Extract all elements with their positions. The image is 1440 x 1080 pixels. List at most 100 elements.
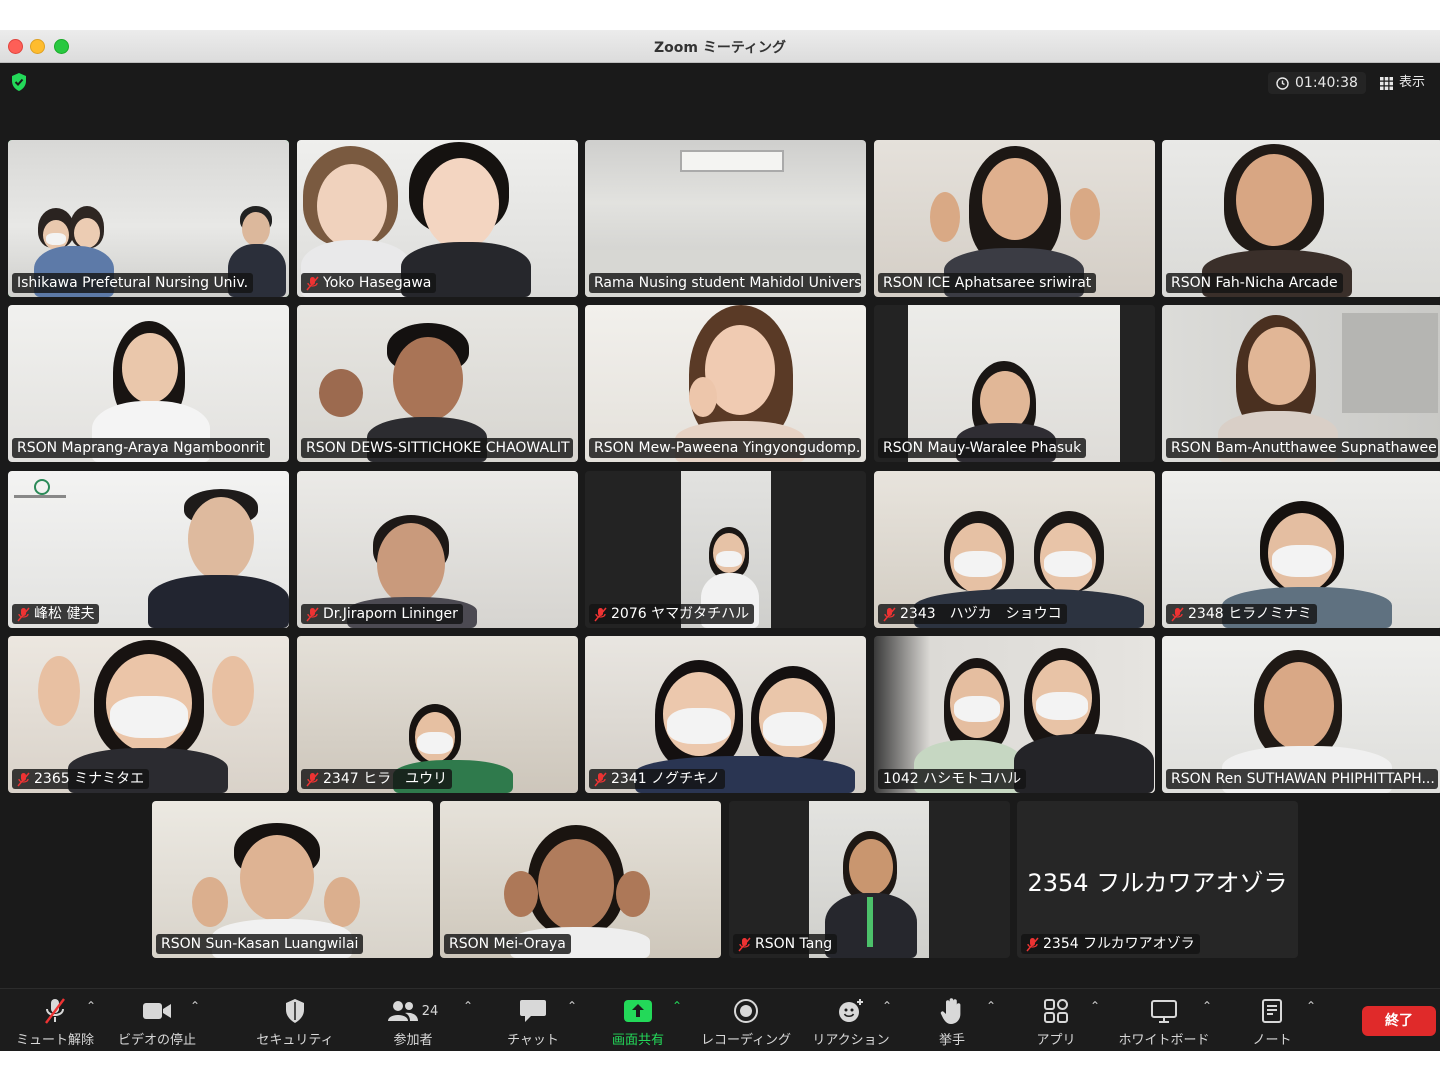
audio-options-chevron-icon[interactable]: ⌃ — [86, 999, 96, 1013]
participant-name: 1042 ハシモトコハル — [883, 771, 1022, 787]
notes-options-chevron-icon[interactable]: ⌃ — [1306, 999, 1316, 1013]
video-off-display-name: 2354 フルカワアオゾラ — [1027, 869, 1288, 897]
video-tile[interactable]: 峰松 健夫 — [8, 471, 289, 628]
share-screen-label: 画面共有 — [611, 1033, 664, 1048]
smiley-plus-icon — [839, 999, 863, 1022]
participant-nameplate: 峰松 健夫 — [12, 604, 100, 624]
share-options-chevron-icon[interactable]: ⌃ — [672, 999, 682, 1013]
video-tile[interactable]: 2365 ミナミタエ — [8, 636, 289, 793]
participant-nameplate: 2348 ヒラノミナミ — [1166, 604, 1317, 624]
video-tile[interactable]: Yoko Hasegawa — [297, 140, 578, 297]
share-screen-icon — [624, 1000, 652, 1022]
participant-name: 2347 ヒラ ユウリ — [323, 771, 448, 787]
participant-name: RSON Fah-Nicha Arcade — [1171, 275, 1338, 291]
meeting-toolbar: ミュート解除 ⌃ ビデオの停止 ⌃ セキュリティ 24 参加者 ⌃ チャット ⌃ — [0, 988, 1440, 1051]
participant-nameplate: RSON Mauy-Waralee Phasuk — [878, 438, 1087, 458]
recording-label: レコーディング — [700, 1033, 792, 1048]
encryption-shield-icon[interactable] — [10, 72, 28, 92]
raise-hand-label: 挙手 — [938, 1033, 965, 1048]
participants-button[interactable]: 24 参加者 — [358, 997, 468, 1051]
view-button[interactable]: 表示 — [1380, 72, 1425, 94]
stop-video-label: ビデオの停止 — [117, 1033, 196, 1048]
participant-nameplate: 2365 ミナミタエ — [12, 769, 150, 789]
grid-view-icon — [1380, 76, 1393, 90]
video-tile[interactable]: 2347 ヒラ ユウリ — [297, 636, 578, 793]
participant-nameplate: 2354 フルカワアオゾラ — [1021, 934, 1200, 954]
muted-mic-icon — [594, 772, 607, 786]
whiteboard-icon — [1151, 1000, 1177, 1023]
video-tile[interactable]: RSON ICE Aphatsaree sriwirat — [874, 140, 1155, 297]
video-tile[interactable]: Rama Nusing student Mahidol Universi... — [585, 140, 866, 297]
video-tile[interactable]: RSON DEWS-SITTICHOKE CHAOWALIT — [297, 305, 578, 462]
video-tile[interactable]: Ishikawa Prefetural Nursing Univ. — [8, 140, 289, 297]
muted-mic-icon — [1171, 607, 1184, 621]
participant-nameplate: Ishikawa Prefetural Nursing Univ. — [12, 273, 254, 293]
muted-mic-icon — [1026, 937, 1039, 951]
participant-nameplate: RSON Mew-Paweena Yingyongudomp... — [589, 438, 861, 458]
video-tile[interactable]: RSON Tang — [729, 801, 1010, 958]
muted-mic-icon — [306, 607, 319, 621]
security-button[interactable]: セキュリティ — [240, 997, 350, 1051]
video-tile[interactable]: 2348 ヒラノミナミ — [1162, 471, 1440, 628]
participant-nameplate: 2076 ヤマガタチハル — [589, 604, 755, 624]
video-camera-icon — [143, 1003, 171, 1019]
video-tile[interactable]: RSON Maprang-Araya Ngamboonrit — [8, 305, 289, 462]
whiteboard-options-chevron-icon[interactable]: ⌃ — [1202, 999, 1212, 1013]
meeting-timer: 01:40:38 — [1268, 72, 1366, 94]
video-options-chevron-icon[interactable]: ⌃ — [190, 999, 200, 1013]
video-tile[interactable]: RSON Fah-Nicha Arcade — [1162, 140, 1440, 297]
participant-name: Rama Nusing student Mahidol Universi... — [594, 275, 861, 291]
muted-mic-icon — [738, 937, 751, 951]
notes-icon — [1262, 999, 1282, 1023]
video-tile[interactable]: RSON Mei-Oraya — [440, 801, 721, 958]
video-tile[interactable]: RSON Mew-Paweena Yingyongudomp... — [585, 305, 866, 462]
participant-name: RSON Bam-Anutthawee Supnathawee — [1171, 440, 1437, 456]
raise-hand-options-chevron-icon[interactable]: ⌃ — [986, 999, 996, 1013]
participant-name: RSON ICE Aphatsaree sriwirat — [883, 275, 1092, 291]
muted-mic-icon — [17, 772, 30, 786]
video-tile[interactable]: RSON Bam-Anutthawee Supnathawee — [1162, 305, 1440, 462]
participant-nameplate: Rama Nusing student Mahidol Universi... — [589, 273, 861, 293]
apps-icon — [1044, 999, 1068, 1023]
participants-options-chevron-icon[interactable]: ⌃ — [463, 999, 473, 1013]
participant-name: Ishikawa Prefetural Nursing Univ. — [17, 275, 249, 291]
video-tile[interactable]: 2354 フルカワアオゾラ 2354 フルカワアオゾラ — [1017, 801, 1298, 958]
participant-nameplate: RSON Bam-Anutthawee Supnathawee — [1166, 438, 1438, 458]
video-tile[interactable]: Dr.Jiraporn Lininger — [297, 471, 578, 628]
participant-nameplate: 2347 ヒラ ユウリ — [301, 769, 453, 789]
participants-count: 24 — [421, 1003, 439, 1019]
video-tile[interactable]: 2343 ハヅカ ショウコ — [874, 471, 1155, 628]
video-tile[interactable]: 2076 ヤマガタチハル — [585, 471, 866, 628]
chat-options-chevron-icon[interactable]: ⌃ — [567, 999, 577, 1013]
participant-name: RSON Mei-Oraya — [449, 936, 566, 952]
participant-name: RSON Tang — [755, 936, 833, 952]
video-tile[interactable]: RSON Sun-Kasan Luangwilai — [152, 801, 433, 958]
participant-name: 2348 ヒラノミナミ — [1188, 606, 1312, 622]
reactions-options-chevron-icon[interactable]: ⌃ — [882, 999, 892, 1013]
participant-name: RSON Sun-Kasan Luangwilai — [161, 936, 359, 952]
participant-nameplate: RSON DEWS-SITTICHOKE CHAOWALIT — [301, 438, 573, 458]
recording-button[interactable]: レコーディング — [691, 997, 801, 1051]
view-label: 表示 — [1399, 75, 1426, 90]
video-tile[interactable]: RSON Mauy-Waralee Phasuk — [874, 305, 1155, 462]
participant-nameplate: RSON Fah-Nicha Arcade — [1166, 273, 1343, 293]
apps-options-chevron-icon[interactable]: ⌃ — [1090, 999, 1100, 1013]
window-title: Zoom ミーティング — [653, 40, 786, 56]
end-meeting-button[interactable]: 終了 — [1362, 1006, 1436, 1036]
video-tile[interactable]: RSON Ren SUTHAWAN PHIPHITTAPH... — [1162, 636, 1440, 793]
participant-name: 2365 ミナミタエ — [34, 771, 145, 787]
notes-label: ノート — [1252, 1033, 1292, 1048]
muted-mic-icon — [306, 276, 319, 290]
participants-label: 参加者 — [393, 1033, 433, 1048]
participant-name: 2343 ハヅカ ショウコ — [900, 606, 1062, 622]
participant-name: RSON DEWS-SITTICHOKE CHAOWALIT — [306, 440, 570, 456]
muted-mic-icon — [17, 607, 30, 621]
video-tile[interactable]: 2341 ノグチキノ — [585, 636, 866, 793]
meeting-top-bar: 01:40:38 表示 — [0, 62, 1440, 102]
participant-name: Dr.Jiraporn Lininger — [323, 606, 458, 622]
security-label: セキュリティ — [256, 1033, 334, 1048]
video-tile[interactable]: 1042 ハシモトコハル — [874, 636, 1155, 793]
participant-name: RSON Mew-Paweena Yingyongudomp... — [594, 440, 861, 456]
participant-nameplate: RSON ICE Aphatsaree sriwirat — [878, 273, 1097, 293]
participant-name: 峰松 健夫 — [34, 606, 95, 622]
